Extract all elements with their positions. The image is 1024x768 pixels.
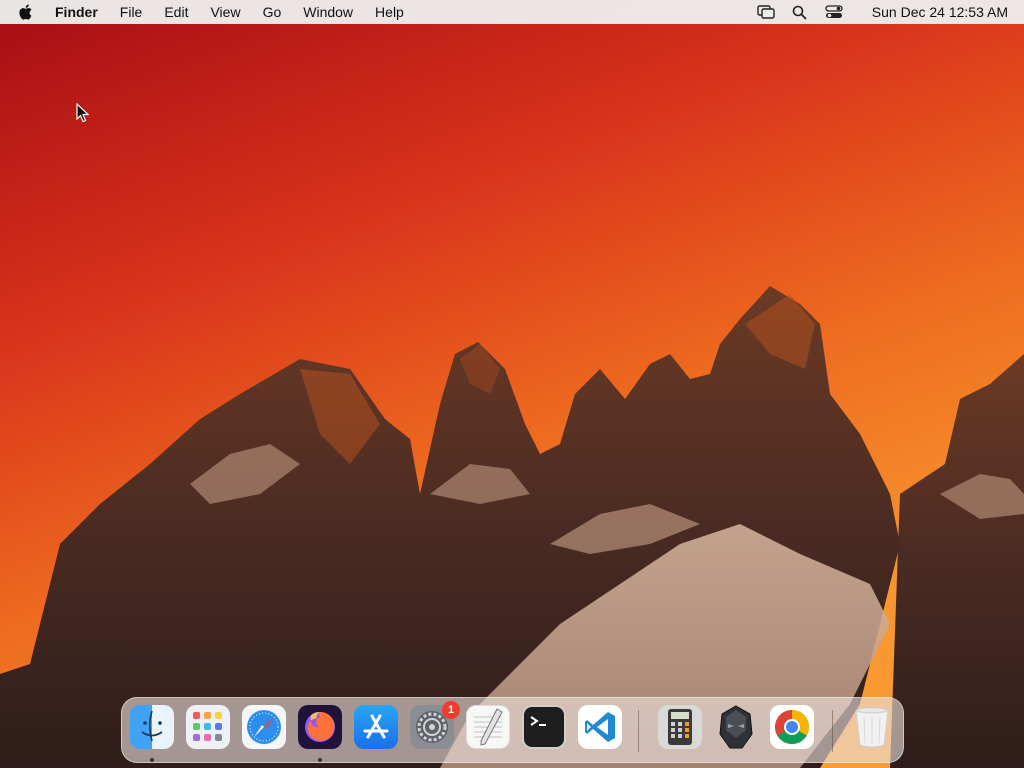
terminal-icon xyxy=(530,716,546,726)
trash-icon xyxy=(855,707,889,748)
dock-firefox[interactable] xyxy=(298,705,342,749)
launchpad-icon xyxy=(193,712,222,741)
dock: 1 xyxy=(121,697,904,763)
menu-bar: Finder File Edit View Go Window Help Sun… xyxy=(0,0,1024,24)
dock-system-settings[interactable]: 1 xyxy=(410,701,460,749)
mouse-pointer-icon xyxy=(76,103,90,123)
textedit-icon xyxy=(474,708,503,746)
menu-help[interactable]: Help xyxy=(364,0,415,24)
vscode-icon xyxy=(585,712,615,742)
notification-badge: 1 xyxy=(442,701,460,719)
dock-trash[interactable] xyxy=(850,705,894,749)
dock-terminal[interactable] xyxy=(522,705,566,749)
app-store-icon xyxy=(363,714,389,739)
running-indicator xyxy=(318,758,322,762)
menu-app-name[interactable]: Finder xyxy=(44,0,109,24)
calculator-icon xyxy=(668,709,692,745)
menu-view[interactable]: View xyxy=(199,0,251,24)
dock-separator xyxy=(638,710,639,752)
dock-chrome[interactable] xyxy=(770,705,814,749)
menubar-clock[interactable]: Sun Dec 24 12:53 AM xyxy=(861,0,1014,24)
dock-app-store[interactable] xyxy=(354,705,398,749)
control-center-icon[interactable] xyxy=(823,0,845,24)
dock-safari[interactable] xyxy=(242,705,286,749)
menu-window[interactable]: Window xyxy=(292,0,364,24)
finder-icon xyxy=(141,710,163,742)
screen-mirroring-icon[interactable] xyxy=(755,0,777,24)
helmet-icon xyxy=(719,705,753,749)
spotlight-search-icon[interactable] xyxy=(789,0,811,24)
desktop-wallpaper xyxy=(0,286,1024,768)
dock-helmet-app[interactable] xyxy=(714,705,758,749)
safari-icon xyxy=(247,710,281,744)
menu-file[interactable]: File xyxy=(109,0,154,24)
menu-edit[interactable]: Edit xyxy=(153,0,199,24)
running-indicator xyxy=(150,758,154,762)
dock-launchpad[interactable] xyxy=(186,705,230,749)
chrome-icon xyxy=(775,710,809,744)
menu-go[interactable]: Go xyxy=(252,0,293,24)
dock-separator xyxy=(832,710,833,752)
firefox-icon xyxy=(305,712,335,742)
dock-textedit[interactable] xyxy=(466,705,510,749)
dock-vscode[interactable] xyxy=(578,705,622,749)
dock-finder[interactable] xyxy=(130,705,174,749)
apple-logo-icon[interactable] xyxy=(16,3,34,21)
dock-calculator[interactable] xyxy=(658,705,702,749)
